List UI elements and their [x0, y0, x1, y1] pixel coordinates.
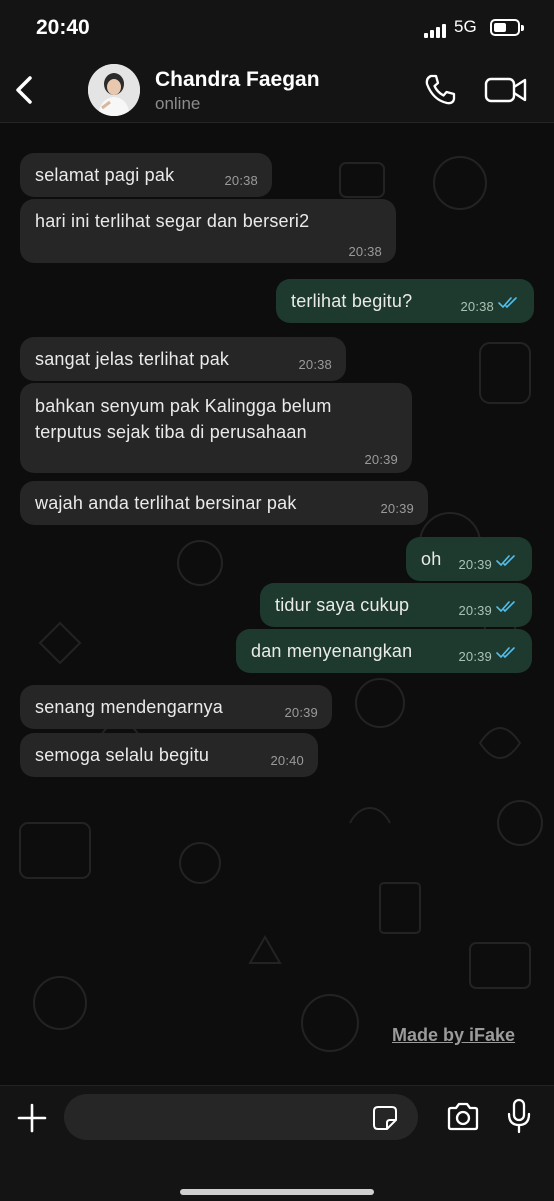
message-text: senang mendengarnya [35, 697, 223, 717]
incoming-message[interactable]: bahkan senyum pak Kalingga belum terputu… [20, 383, 412, 473]
message-time: 20:39 [458, 603, 492, 618]
outgoing-message[interactable]: tidur saya cukup 20:39 [260, 583, 532, 627]
message-time: 20:39 [284, 705, 318, 720]
avatar-photo-icon [88, 64, 140, 116]
message-text: bahkan senyum pak Kalingga belum terputu… [35, 396, 332, 442]
chat-area[interactable]: selamat pagi pak 20:38 hari ini terlihat s… [0, 123, 554, 1085]
message-text: semoga selalu begitu [35, 745, 210, 765]
contact-name[interactable]: Chandra Faegan [155, 68, 320, 92]
video-call-icon[interactable] [484, 74, 528, 106]
read-receipt-icon [496, 555, 515, 567]
avatar[interactable] [88, 64, 140, 116]
message-time: 20:38 [224, 173, 258, 188]
message-text: terlihat begitu? [291, 291, 413, 311]
home-indicator [180, 1189, 374, 1195]
message-text: wajah anda terlihat bersinar pak [35, 493, 297, 513]
message-text: oh [421, 549, 442, 569]
message-text: tidur saya cukup [275, 595, 410, 615]
message-time: 20:38 [460, 299, 494, 314]
incoming-message[interactable]: selamat pagi pak 20:38 [20, 153, 272, 197]
message-text: dan menyenangkan [251, 641, 413, 661]
message-time: 20:38 [348, 244, 382, 259]
incoming-message[interactable]: semoga selalu begitu 20:40 [20, 733, 318, 777]
message-text: hari ini terlihat segar dan berseri2 [35, 211, 310, 231]
message-time: 20:39 [458, 557, 492, 572]
status-bar: 20:40 5G [0, 0, 554, 60]
message-time: 20:39 [458, 649, 492, 664]
message-time: 20:40 [270, 753, 304, 768]
incoming-message[interactable]: wajah anda terlihat bersinar pak 20:39 [20, 481, 428, 525]
read-receipt-icon [498, 297, 517, 309]
signal-icon [424, 22, 448, 38]
incoming-message[interactable]: hari ini terlihat segar dan berseri2 20:3… [20, 199, 396, 263]
network-label: 5G [454, 17, 477, 36]
outgoing-message[interactable]: oh 20:39 [406, 537, 532, 581]
message-text: selamat pagi pak [35, 165, 175, 185]
watermark-link[interactable]: Made by iFake [392, 1025, 515, 1046]
plus-icon[interactable] [16, 1102, 48, 1134]
composer-bar [0, 1085, 554, 1201]
battery-icon [490, 19, 524, 36]
microphone-icon[interactable] [506, 1098, 532, 1134]
back-icon[interactable] [10, 72, 40, 108]
message-text: sangat jelas terlihat pak [35, 349, 230, 369]
phone-call-icon[interactable] [422, 72, 458, 108]
message-time: 20:39 [364, 452, 398, 467]
incoming-message[interactable]: senang mendengarnya 20:39 [20, 685, 332, 729]
camera-icon[interactable] [446, 1102, 480, 1132]
message-input[interactable] [64, 1094, 418, 1140]
contact-status: online [155, 94, 201, 113]
status-time: 20:40 [36, 16, 90, 39]
outgoing-message[interactable]: terlihat begitu? 20:38 [276, 279, 534, 323]
message-time: 20:39 [380, 501, 414, 516]
incoming-message[interactable]: sangat jelas terlihat pak 20:38 [20, 337, 346, 381]
sticker-icon[interactable] [372, 1105, 398, 1131]
outgoing-message[interactable]: dan menyenangkan 20:39 [236, 629, 532, 673]
read-receipt-icon [496, 647, 515, 659]
read-receipt-icon [496, 601, 515, 613]
message-time: 20:38 [298, 357, 332, 372]
chat-header: Chandra Faegan online [0, 60, 554, 123]
